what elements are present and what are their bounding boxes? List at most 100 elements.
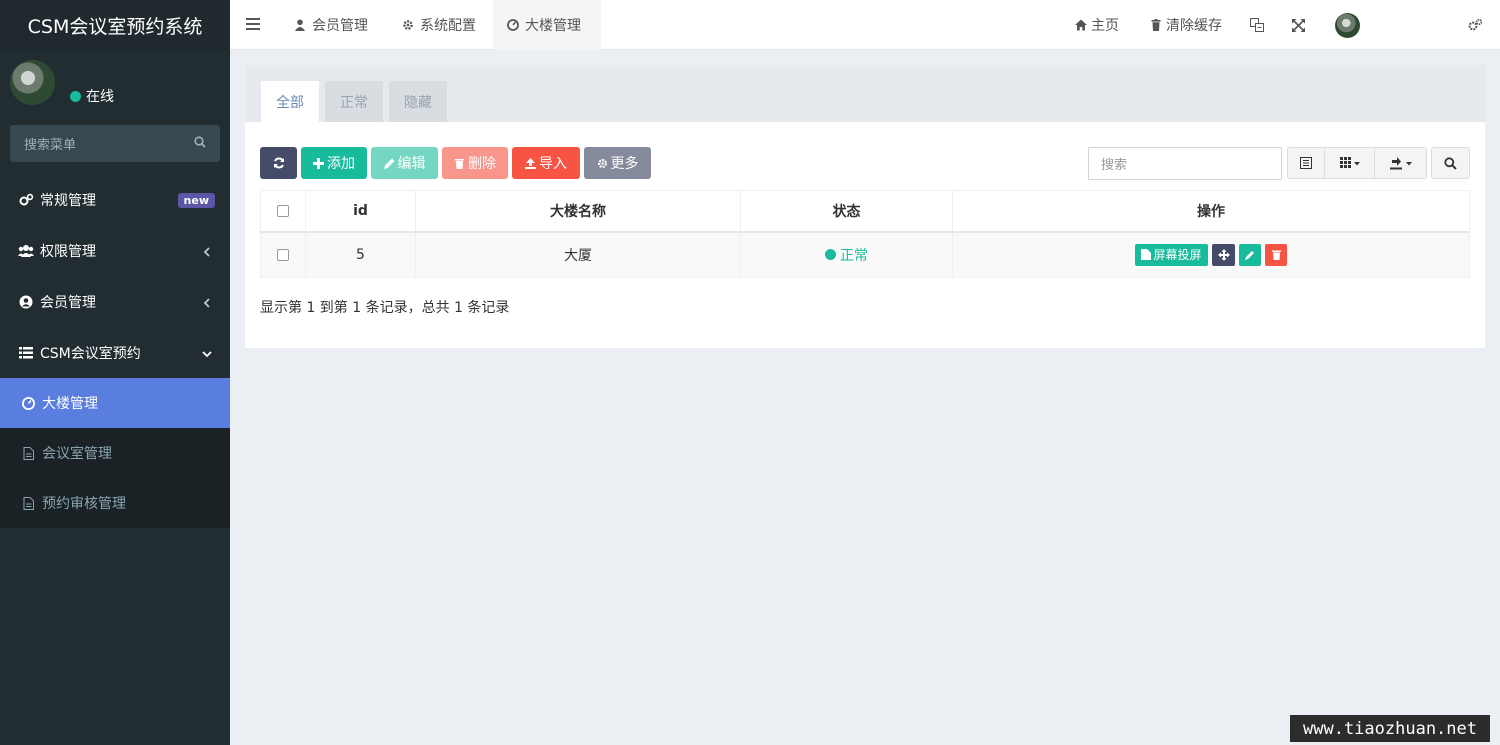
select-all-cell bbox=[260, 190, 306, 233]
tab-all[interactable]: 全部 bbox=[261, 81, 319, 122]
edit-button[interactable]: 编辑 bbox=[371, 147, 438, 179]
sidebar-menu: 常规管理 new 权限管理 会员管理 CSM会议室预约 大楼管理 会议室管理 预… bbox=[0, 174, 230, 528]
tab-building-management[interactable]: 大楼管理 bbox=[493, 0, 601, 50]
delete-button[interactable]: 删除 bbox=[442, 147, 508, 179]
user-circle-icon bbox=[18, 295, 34, 309]
sidebar-subitem-label: 预约审核管理 bbox=[42, 496, 126, 512]
tab-hidden[interactable]: 隐藏 bbox=[389, 81, 447, 122]
language-toggle[interactable] bbox=[1250, 0, 1264, 50]
sidebar-item-meeting-room-management[interactable]: 会议室管理 bbox=[0, 428, 230, 478]
refresh-button[interactable] bbox=[260, 147, 297, 179]
import-button[interactable]: 导入 bbox=[512, 147, 580, 179]
row-actions-cell: 屏幕投屏 bbox=[952, 231, 1470, 278]
trash-icon bbox=[1151, 19, 1161, 31]
clear-cache-label: 清除缓存 bbox=[1166, 18, 1222, 34]
building-table: id 大楼名称 状态 操作 5 大厦 正常 屏幕投屏 bbox=[260, 190, 1470, 278]
chevron-left-icon bbox=[203, 298, 210, 308]
status-label: 正常 bbox=[840, 247, 868, 264]
menu-toggle-icon[interactable] bbox=[246, 18, 260, 30]
header-actions: 操作 bbox=[952, 190, 1470, 233]
cogs-icon bbox=[18, 193, 34, 207]
gear-icon bbox=[597, 158, 607, 168]
clear-cache-link[interactable]: 清除缓存 bbox=[1150, 0, 1222, 50]
sidebar-subitem-label: 会议室管理 bbox=[42, 446, 112, 462]
tab-member-management[interactable]: 会员管理 bbox=[280, 0, 382, 50]
sidebar-item-label: 常规管理 bbox=[40, 192, 96, 209]
settings-toggle[interactable] bbox=[1468, 0, 1483, 50]
table-search-input[interactable]: 搜索 bbox=[1088, 147, 1282, 180]
export-button[interactable] bbox=[1375, 148, 1426, 178]
add-button[interactable]: 添加 bbox=[301, 147, 367, 179]
app-brand[interactable]: CSM会议室预约系统 bbox=[0, 0, 230, 50]
status-dot-icon bbox=[825, 249, 836, 261]
delete-label: 删除 bbox=[468, 156, 496, 172]
drag-sort-button[interactable] bbox=[1212, 243, 1235, 266]
home-label: 主页 bbox=[1091, 18, 1119, 34]
plus-icon bbox=[313, 157, 324, 169]
panel-tabs: 全部 正常 隐藏 bbox=[245, 65, 1485, 122]
row-checkbox[interactable] bbox=[277, 248, 289, 261]
menu-search-input[interactable]: 搜索菜单 bbox=[10, 125, 220, 162]
new-badge: new bbox=[177, 193, 215, 208]
user-avatar[interactable] bbox=[10, 60, 55, 105]
trash-icon bbox=[455, 158, 464, 169]
sidebar-item-permissions[interactable]: 权限管理 bbox=[0, 225, 230, 276]
gear-icon bbox=[403, 20, 413, 30]
table-tools bbox=[1287, 147, 1427, 179]
pagination-summary: 显示第 1 到第 1 条记录，总共 1 条记录 bbox=[260, 300, 510, 316]
toggle-view-button[interactable] bbox=[1288, 148, 1325, 178]
expand-icon bbox=[1292, 18, 1305, 32]
tab-label: 系统配置 bbox=[420, 18, 476, 34]
row-select-cell bbox=[260, 231, 306, 278]
user-avatar-small[interactable] bbox=[1335, 13, 1360, 38]
refresh-icon bbox=[273, 157, 284, 169]
pencil-icon bbox=[1245, 250, 1254, 260]
tab-label: 大楼管理 bbox=[525, 18, 581, 34]
watermark: www.tiaozhuan.net bbox=[1290, 715, 1490, 742]
sidebar-item-general[interactable]: 常规管理 new bbox=[0, 174, 230, 225]
advanced-search-button[interactable] bbox=[1431, 147, 1470, 179]
header-status[interactable]: 状态 bbox=[740, 190, 953, 233]
dashboard-icon bbox=[507, 19, 519, 31]
arrows-move-icon bbox=[1217, 248, 1230, 261]
row-delete-button[interactable] bbox=[1265, 243, 1287, 266]
export-icon bbox=[1389, 156, 1412, 169]
table-header-row: id 大楼名称 状态 操作 bbox=[260, 190, 1470, 233]
chevron-down-icon bbox=[202, 351, 212, 358]
table-search-placeholder: 搜索 bbox=[1101, 158, 1128, 173]
users-icon bbox=[18, 244, 34, 258]
row-building-name: 大厦 bbox=[415, 231, 741, 278]
chevron-left-icon bbox=[203, 247, 210, 257]
select-all-checkbox[interactable] bbox=[277, 204, 289, 217]
sidebar-item-csm-booking[interactable]: CSM会议室预约 bbox=[0, 327, 230, 378]
csm-submenu: 大楼管理 会议室管理 预约审核管理 bbox=[0, 378, 230, 528]
search-icon[interactable] bbox=[194, 136, 206, 148]
toolbar: 添加 编辑 删除 导入 更多 bbox=[260, 147, 655, 179]
translate-icon bbox=[1250, 18, 1264, 32]
home-icon bbox=[1075, 19, 1087, 31]
row-status-cell: 正常 bbox=[740, 231, 953, 278]
header-building-name[interactable]: 大楼名称 bbox=[415, 190, 741, 233]
home-link[interactable]: 主页 bbox=[1075, 0, 1119, 50]
file-icon bbox=[21, 446, 35, 460]
sidebar-item-label: 权限管理 bbox=[40, 243, 96, 260]
sidebar-item-building-management[interactable]: 大楼管理 bbox=[0, 378, 230, 428]
sidebar-subitem-label: 大楼管理 bbox=[42, 396, 98, 412]
more-button[interactable]: 更多 bbox=[584, 147, 651, 179]
header-id[interactable]: id bbox=[305, 190, 416, 233]
screen-cast-label: 屏幕投屏 bbox=[1153, 248, 1202, 263]
tab-system-config[interactable]: 系统配置 bbox=[388, 0, 490, 50]
columns-button[interactable] bbox=[1325, 148, 1375, 178]
user-icon bbox=[295, 19, 305, 31]
fullscreen-toggle[interactable] bbox=[1292, 0, 1305, 50]
table-row: 5 大厦 正常 屏幕投屏 bbox=[260, 231, 1470, 278]
screen-cast-button[interactable]: 屏幕投屏 bbox=[1135, 243, 1208, 266]
sidebar-item-booking-review[interactable]: 预约审核管理 bbox=[0, 478, 230, 528]
cogs-icon bbox=[1468, 18, 1483, 31]
list-alt-icon bbox=[1300, 157, 1312, 169]
sidebar-item-members[interactable]: 会员管理 bbox=[0, 276, 230, 327]
sidebar-item-label: 会员管理 bbox=[40, 294, 96, 311]
tab-normal[interactable]: 正常 bbox=[325, 81, 383, 122]
sidebar: CSM会议室预约系统 在线 搜索菜单 常规管理 new 权限管理 会员管理 CS… bbox=[0, 0, 230, 745]
row-edit-button[interactable] bbox=[1239, 243, 1261, 266]
